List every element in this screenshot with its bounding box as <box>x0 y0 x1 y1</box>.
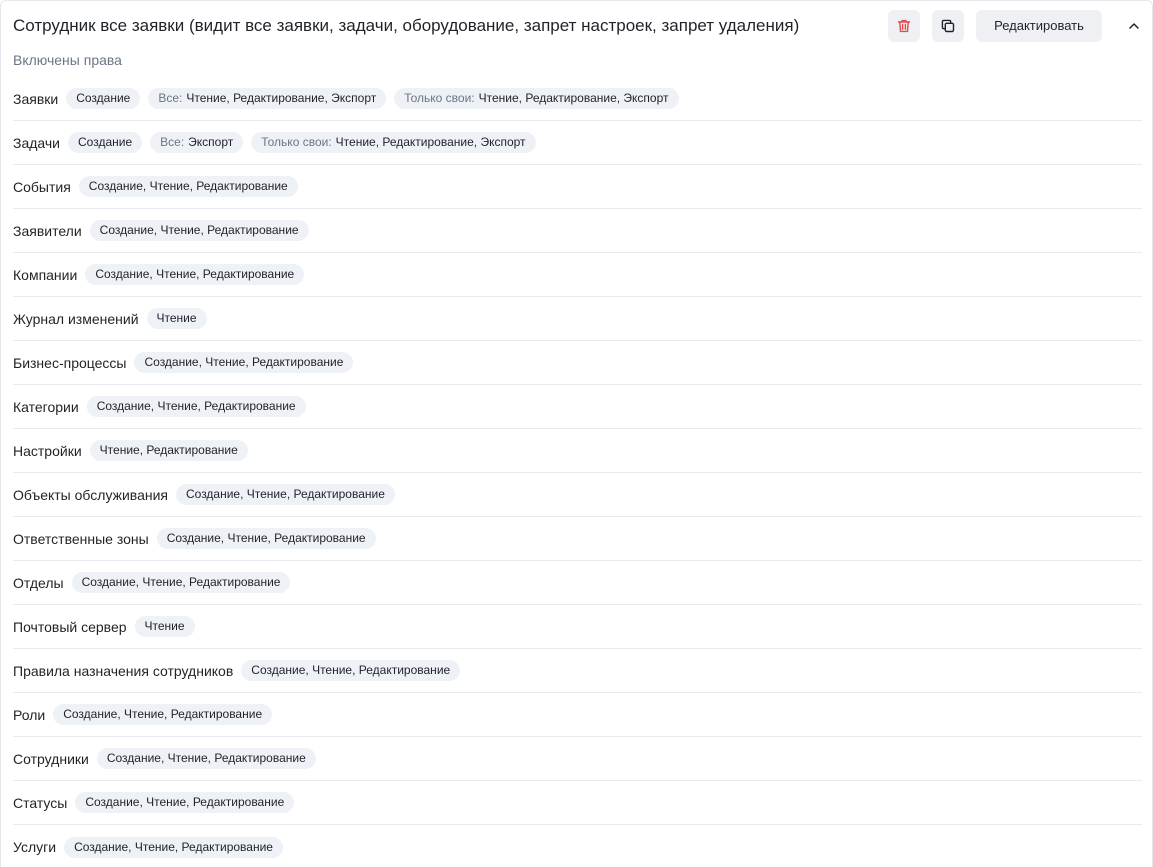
permission-row: Статусы Создание, Чтение, Редактирование <box>13 781 1142 825</box>
permission-tag-text: Создание, Чтение, Редактирование <box>95 267 295 281</box>
permission-tag: Создание, Чтение, Редактирование <box>134 352 354 373</box>
permission-row-label: Правила назначения сотрудников <box>13 662 234 679</box>
permission-row: Настройки Чтение, Редактирование <box>13 429 1142 473</box>
permission-row: Заявки Создание Все: Чтение, Редактирование… <box>13 77 1142 121</box>
permission-row-label: Сотрудники <box>13 750 89 767</box>
permission-tag: Создание, Чтение, Редактирование <box>53 704 273 725</box>
permission-row-label: Почтовый сервер <box>13 618 127 635</box>
copy-icon <box>941 19 955 33</box>
permission-tag: Только свои: Чтение, Редактирование, Эксп… <box>251 132 536 153</box>
permission-row-label: Отделы <box>13 574 64 591</box>
permission-row-label: Статусы <box>13 794 68 811</box>
permission-tag-scope: Все: <box>160 135 185 149</box>
permission-tag: Создание <box>66 88 141 109</box>
permission-tag-text: Создание, Чтение, Редактирование <box>185 487 385 501</box>
permission-tag-scope: Только свои: <box>261 135 332 149</box>
permission-tag-scope: Только свои: <box>404 91 475 105</box>
permission-tag-text: Чтение, Редактирование, Экспорт <box>186 91 377 105</box>
permission-tag-text: Экспорт <box>188 135 234 149</box>
permission-row: Заявители Создание, Чтение, Редактировани… <box>13 209 1142 253</box>
permission-tag: Все: Чтение, Редактирование, Экспорт <box>148 88 387 109</box>
permission-tag: Создание, Чтение, Редактирование <box>89 220 309 241</box>
permission-tag: Чтение <box>134 616 195 637</box>
permission-row-label: Ответственные зоны <box>13 530 149 547</box>
permission-row: Услуги Создание, Чтение, Редактирование <box>13 825 1142 867</box>
permission-tag-text: Чтение <box>144 619 185 633</box>
permission-tag-text: Создание, Чтение, Редактирование <box>88 179 288 193</box>
permission-row-label: Заявки <box>13 90 59 107</box>
permission-row: События Создание, Чтение, Редактирование <box>13 165 1142 209</box>
permission-tag: Создание, Чтение, Редактирование <box>241 660 461 681</box>
permission-row: Объекты обслуживания Создание, Чтение, Ре… <box>13 473 1142 517</box>
permission-tag-text: Создание, Чтение, Редактирование <box>251 663 451 677</box>
role-title: Сотрудник все заявки (видит все заявки, … <box>13 16 800 35</box>
permission-row-label: Бизнес-процессы <box>13 354 127 371</box>
permissions-subtitle: Включены права <box>13 52 122 68</box>
permission-tag-text: Создание, Чтение, Редактирование <box>166 531 366 545</box>
permission-tag-text: Создание, Чтение, Редактирование <box>106 751 306 765</box>
permission-tag-text: Создание, Чтение, Редактирование <box>99 223 299 237</box>
permission-tag-text: Создание, Чтение, Редактирование <box>144 355 344 369</box>
permission-row: Категории Создание, Чтение, Редактировани… <box>13 385 1142 429</box>
permission-row: Журнал изменений Чтение <box>13 297 1142 341</box>
permission-row: Бизнес-процессы Создание, Чтение, Редакти… <box>13 341 1142 385</box>
role-card: Сотрудник все заявки (видит все заявки, … <box>0 0 1153 867</box>
permission-tag: Создание, Чтение, Редактирование <box>156 528 376 549</box>
permission-tag-text: Чтение, Редактирование <box>99 443 238 457</box>
permission-row: Отделы Создание, Чтение, Редактирование <box>13 561 1142 605</box>
permission-tag-text: Создание, Чтение, Редактирование <box>63 707 263 721</box>
permission-tag-text: Создание, Чтение, Редактирование <box>74 839 273 854</box>
permission-row-label: Журнал изменений <box>13 310 139 327</box>
role-header: Сотрудник все заявки (видит все заявки, … <box>1 1 1152 51</box>
permission-tag: Создание <box>68 132 143 153</box>
permission-row: Роли Создание, Чтение, Редактирование <box>13 693 1142 737</box>
permission-tag-text: Создание <box>78 135 133 149</box>
permission-row: Сотрудники Создание, Чтение, Редактирован… <box>13 737 1142 781</box>
trash-icon <box>897 19 911 33</box>
permission-tag-text: Чтение, Редактирование, Экспорт <box>478 91 669 105</box>
collapse-button[interactable] <box>1122 14 1146 38</box>
permission-tag-text: Чтение <box>156 311 197 325</box>
permission-tag: Создание, Чтение, Редактирование <box>85 264 305 285</box>
permission-tag: Создание, Чтение, Редактирование <box>86 396 306 417</box>
permission-tag: Чтение <box>146 308 207 329</box>
permission-tag: Создание, Чтение, Редактирование <box>96 748 316 769</box>
permission-row: Ответственные зоны Создание, Чтение, Реда… <box>13 517 1142 561</box>
copy-button[interactable] <box>932 10 964 42</box>
edit-button[interactable]: Редактировать <box>976 10 1102 42</box>
permission-row-label: Заявители <box>13 222 82 239</box>
permission-row-label: Объекты обслуживания <box>13 486 168 503</box>
permissions-list: Заявки Создание Все: Чтение, Редактирование… <box>13 77 1142 867</box>
delete-button[interactable] <box>888 10 920 42</box>
permission-row-label: Задачи <box>13 134 61 151</box>
permission-tag: Все: Экспорт <box>150 132 244 153</box>
permission-tag: Создание, Чтение, Редактирование <box>71 572 291 593</box>
permission-tag: Чтение, Редактирование <box>89 440 248 461</box>
permission-row: Правила назначения сотрудников Создание, … <box>13 649 1142 693</box>
permission-tag-text: Создание <box>76 91 131 105</box>
chevron-up-icon <box>1129 23 1139 29</box>
permission-row: Задачи Создание Все: Экспорт Только свои: Чте… <box>13 121 1142 165</box>
permission-row-label: Роли <box>13 706 46 723</box>
permission-row-label: Категории <box>13 398 79 415</box>
permission-tag-text: Создание, Чтение, Редактирование <box>81 575 281 589</box>
permission-tag: Только свои: Чтение, Редактирование, Эксп… <box>394 88 679 109</box>
permission-row-label: События <box>13 178 71 195</box>
permission-tag-text: Создание, Чтение, Редактирование <box>85 795 285 809</box>
permission-tag: Создание, Чтение, Редактирование <box>78 176 298 197</box>
permission-tag-scope: Все: <box>158 91 183 105</box>
permission-row: Почтовый сервер Чтение <box>13 605 1142 649</box>
permission-row: Компании Создание, Чтение, Редактирование <box>13 253 1142 297</box>
permission-tag-text: Создание, Чтение, Редактирование <box>96 399 296 413</box>
permission-row-label: Настройки <box>13 442 82 459</box>
permission-tag: Создание, Чтение, Редактирование <box>64 836 283 858</box>
permission-tag: Создание, Чтение, Редактирование <box>175 484 395 505</box>
permission-row-label: Компании <box>13 266 78 283</box>
permission-tag-text: Чтение, Редактирование, Экспорт <box>335 135 526 149</box>
permission-tag: Создание, Чтение, Редактирование <box>75 792 295 813</box>
permission-row-label: Услуги <box>13 839 57 855</box>
